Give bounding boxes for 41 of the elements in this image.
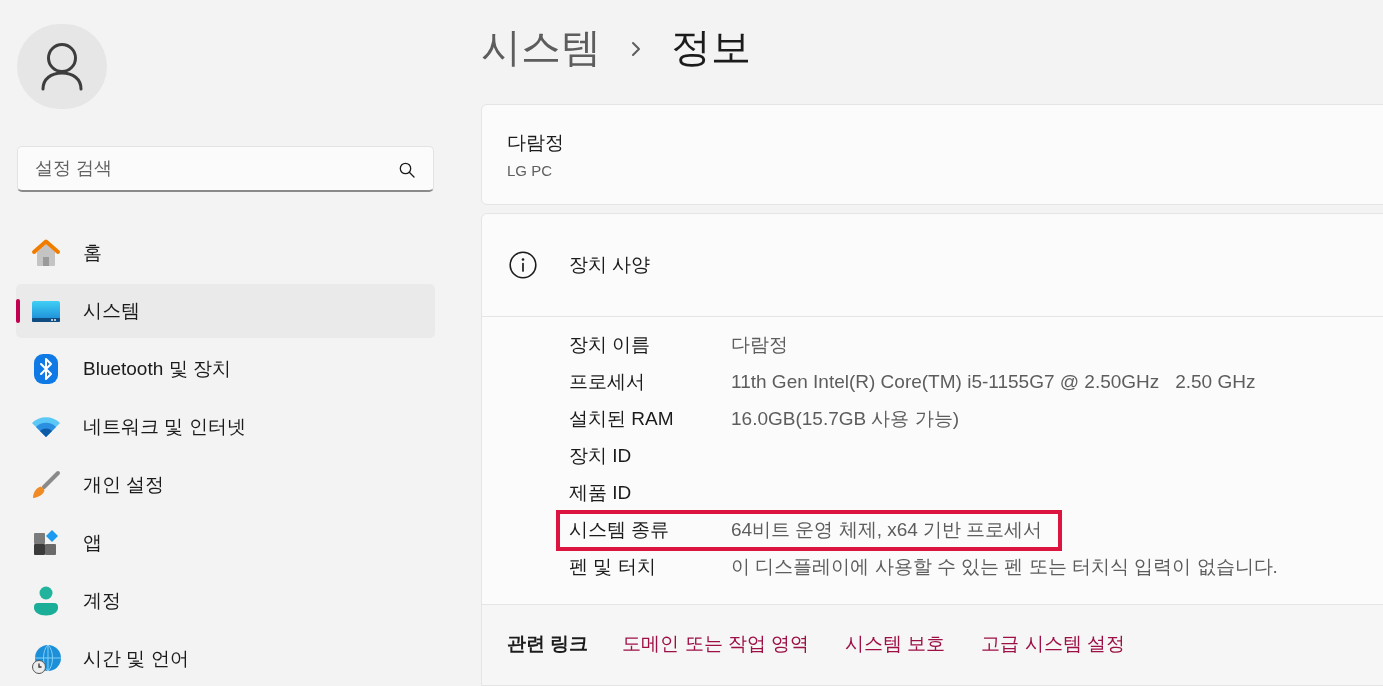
paintbrush-icon [31,470,61,500]
search-icon[interactable] [399,162,415,179]
related-link[interactable]: 고급 시스템 설정 [981,631,1125,657]
spec-value: 11th Gen Intel(R) Core(TM) i5-1155G7 @ 2.50GHz 2.50 GHz [731,370,1256,395]
wifi-icon [31,416,61,438]
apps-icon [32,529,60,557]
nav-item[interactable]: 홈 [16,226,435,280]
spec-label: 제품 ID [569,481,633,506]
spec-label: 프로세서 [569,370,646,395]
spec-label: 펜 및 터치 [569,555,657,580]
bluetooth-icon [34,354,58,384]
breadcrumb-link[interactable]: 시스템 [481,19,601,75]
nav-item[interactable]: 개인 설정 [16,458,435,512]
spec-label: 설치된 RAM [569,407,675,432]
spec-value: 이 디스플레이에 사용할 수 있는 펜 또는 터치식 입력이 없습니다. [731,555,1278,580]
search-field[interactable]: 설정 검색 [17,146,434,192]
spec-value: 64비트 운영 체제, x64 기반 프로세서 [731,518,1043,543]
nav-item[interactable]: 시간 및 언어 [16,632,435,686]
related-link[interactable]: 시스템 보호 [845,631,946,657]
spec-label: 시스템 종류 [569,518,671,543]
selection-indicator [16,299,20,323]
home-icon [31,238,61,268]
related-link[interactable]: 도메인 또는 작업 영역 [622,631,810,657]
page-title: 정보 [671,24,751,71]
info-icon [509,251,537,279]
chevron-right-icon [631,41,641,57]
device-model: LG PC [507,161,552,181]
globe-clock-icon [31,644,61,674]
spec-value: 16.0GB(15.7GB 사용 가능) [731,407,960,432]
spec-label: 장치 ID [569,444,633,469]
nav-item[interactable]: 시스템 [16,284,435,338]
person-icon [33,586,59,616]
spec-label: 장치 이름 [569,333,652,358]
nav-item[interactable]: 계정 [16,574,435,628]
section-title: 장치 사양 [569,252,651,277]
device-name: 다람정 [507,131,564,155]
spec-value: 다람정 [731,333,788,358]
related-links-title: 관련 링크 [507,632,589,656]
nav-item[interactable]: Bluetooth 및 장치 [16,342,435,396]
nav-item[interactable]: 네트워크 및 인터넷 [16,400,435,454]
nav-item[interactable]: 앱 [16,516,435,570]
